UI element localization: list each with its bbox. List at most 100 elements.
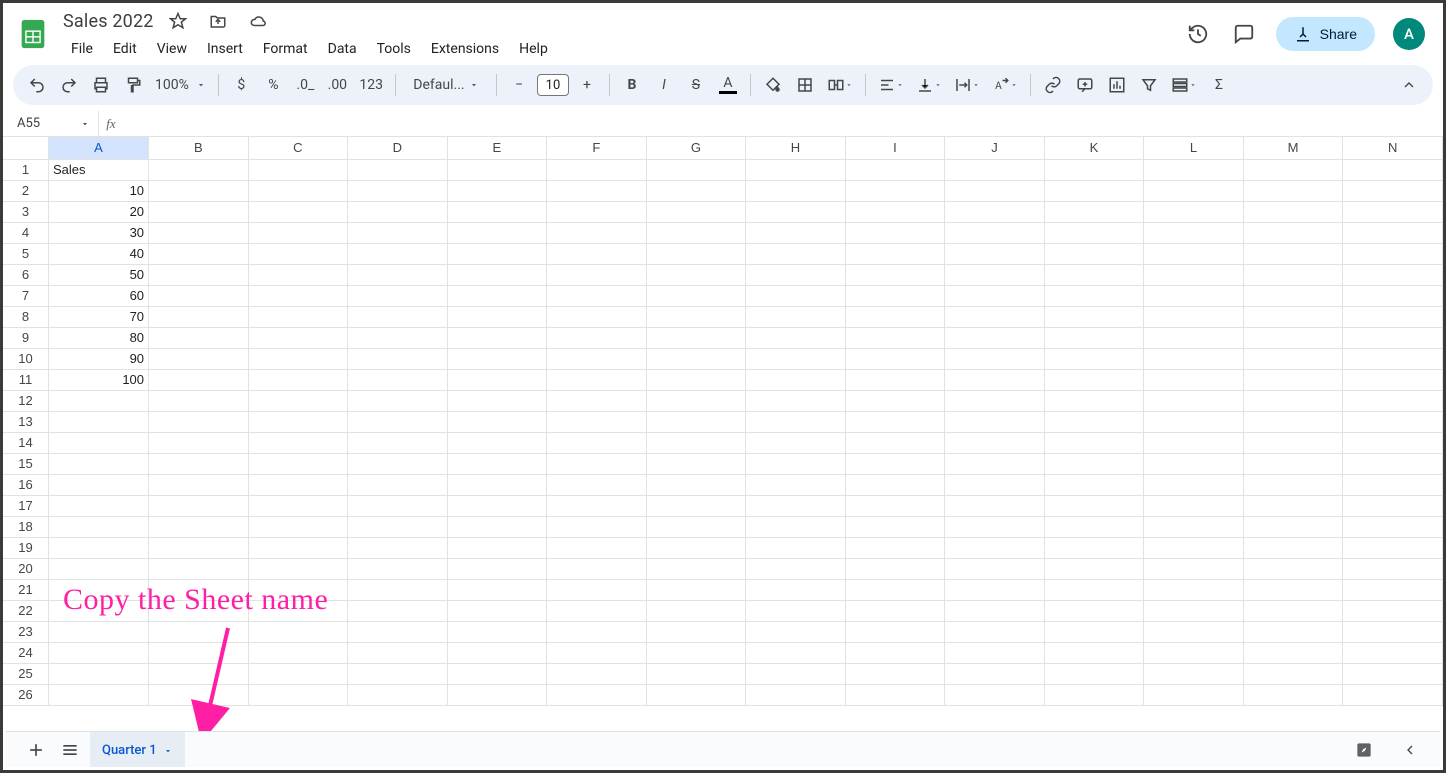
redo-icon[interactable] [55,71,83,99]
font-size-decrease-icon[interactable]: − [505,71,533,99]
cell-B22[interactable] [149,600,249,621]
cell-J21[interactable] [945,579,1045,600]
font-size-increase-icon[interactable]: + [573,71,601,99]
filter-icon[interactable] [1135,71,1163,99]
cell-J7[interactable] [945,285,1045,306]
cell-I7[interactable] [845,285,945,306]
cell-C21[interactable] [248,579,348,600]
cell-I14[interactable] [845,432,945,453]
cell-D5[interactable] [348,243,448,264]
cell-B18[interactable] [149,516,249,537]
cell-L17[interactable] [1144,495,1244,516]
cell-J3[interactable] [945,201,1045,222]
cell-E24[interactable] [447,642,547,663]
percent-icon[interactable]: % [259,71,287,99]
cell-B26[interactable] [149,684,249,705]
cell-D20[interactable] [348,558,448,579]
select-all-corner[interactable] [3,137,49,159]
cell-H4[interactable] [746,222,846,243]
cell-D23[interactable] [348,621,448,642]
cell-H10[interactable] [746,348,846,369]
cell-F22[interactable] [547,600,647,621]
cell-D17[interactable] [348,495,448,516]
cell-K21[interactable] [1044,579,1144,600]
cell-K17[interactable] [1044,495,1144,516]
cell-M15[interactable] [1243,453,1343,474]
share-button[interactable]: Share [1276,17,1375,51]
cell-B24[interactable] [149,642,249,663]
cell-E6[interactable] [447,264,547,285]
cell-A2[interactable]: 10 [49,180,149,201]
cell-A16[interactable] [49,474,149,495]
cell-G21[interactable] [646,579,746,600]
cell-G16[interactable] [646,474,746,495]
cell-N26[interactable] [1343,684,1443,705]
cell-J9[interactable] [945,327,1045,348]
cell-F11[interactable] [547,369,647,390]
cell-C10[interactable] [248,348,348,369]
menu-view[interactable]: View [149,37,195,61]
cell-M25[interactable] [1243,663,1343,684]
cell-C13[interactable] [248,411,348,432]
cell-B1[interactable] [149,159,249,180]
cell-C5[interactable] [248,243,348,264]
cell-G9[interactable] [646,327,746,348]
cell-C2[interactable] [248,180,348,201]
cell-N24[interactable] [1343,642,1443,663]
menu-extensions[interactable]: Extensions [423,37,507,61]
account-avatar[interactable]: A [1393,18,1425,50]
cell-B25[interactable] [149,663,249,684]
cell-H23[interactable] [746,621,846,642]
cell-N25[interactable] [1343,663,1443,684]
cell-F7[interactable] [547,285,647,306]
cell-C17[interactable] [248,495,348,516]
cell-M10[interactable] [1243,348,1343,369]
cell-N2[interactable] [1343,180,1443,201]
rotate-icon[interactable]: A [988,71,1022,99]
cell-F26[interactable] [547,684,647,705]
valign-icon[interactable] [912,71,946,99]
cell-N6[interactable] [1343,264,1443,285]
row-header-5[interactable]: 5 [3,243,49,264]
font-size-input[interactable]: 10 [537,74,569,96]
cell-J19[interactable] [945,537,1045,558]
cell-F1[interactable] [547,159,647,180]
cell-J23[interactable] [945,621,1045,642]
cell-E14[interactable] [447,432,547,453]
cell-M6[interactable] [1243,264,1343,285]
cell-J2[interactable] [945,180,1045,201]
cell-L18[interactable] [1144,516,1244,537]
cell-E1[interactable] [447,159,547,180]
cell-J5[interactable] [945,243,1045,264]
cell-M7[interactable] [1243,285,1343,306]
cell-D3[interactable] [348,201,448,222]
name-box[interactable]: A55 [3,111,99,136]
cell-G22[interactable] [646,600,746,621]
row-header-2[interactable]: 2 [3,180,49,201]
cell-D22[interactable] [348,600,448,621]
cell-L15[interactable] [1144,453,1244,474]
cell-M24[interactable] [1243,642,1343,663]
zoom-select[interactable]: 100% [151,71,210,99]
cell-A10[interactable]: 90 [49,348,149,369]
cell-E4[interactable] [447,222,547,243]
cell-A25[interactable] [49,663,149,684]
cell-N21[interactable] [1343,579,1443,600]
cell-H17[interactable] [746,495,846,516]
cell-J22[interactable] [945,600,1045,621]
cell-E3[interactable] [447,201,547,222]
cell-N16[interactable] [1343,474,1443,495]
cell-E19[interactable] [447,537,547,558]
cell-N23[interactable] [1343,621,1443,642]
cell-D2[interactable] [348,180,448,201]
col-header-H[interactable]: H [746,137,846,159]
cell-F15[interactable] [547,453,647,474]
cell-K15[interactable] [1044,453,1144,474]
row-header-25[interactable]: 25 [3,663,49,684]
cell-F3[interactable] [547,201,647,222]
cell-L5[interactable] [1144,243,1244,264]
cell-F23[interactable] [547,621,647,642]
cell-F19[interactable] [547,537,647,558]
cell-G4[interactable] [646,222,746,243]
row-header-20[interactable]: 20 [3,558,49,579]
